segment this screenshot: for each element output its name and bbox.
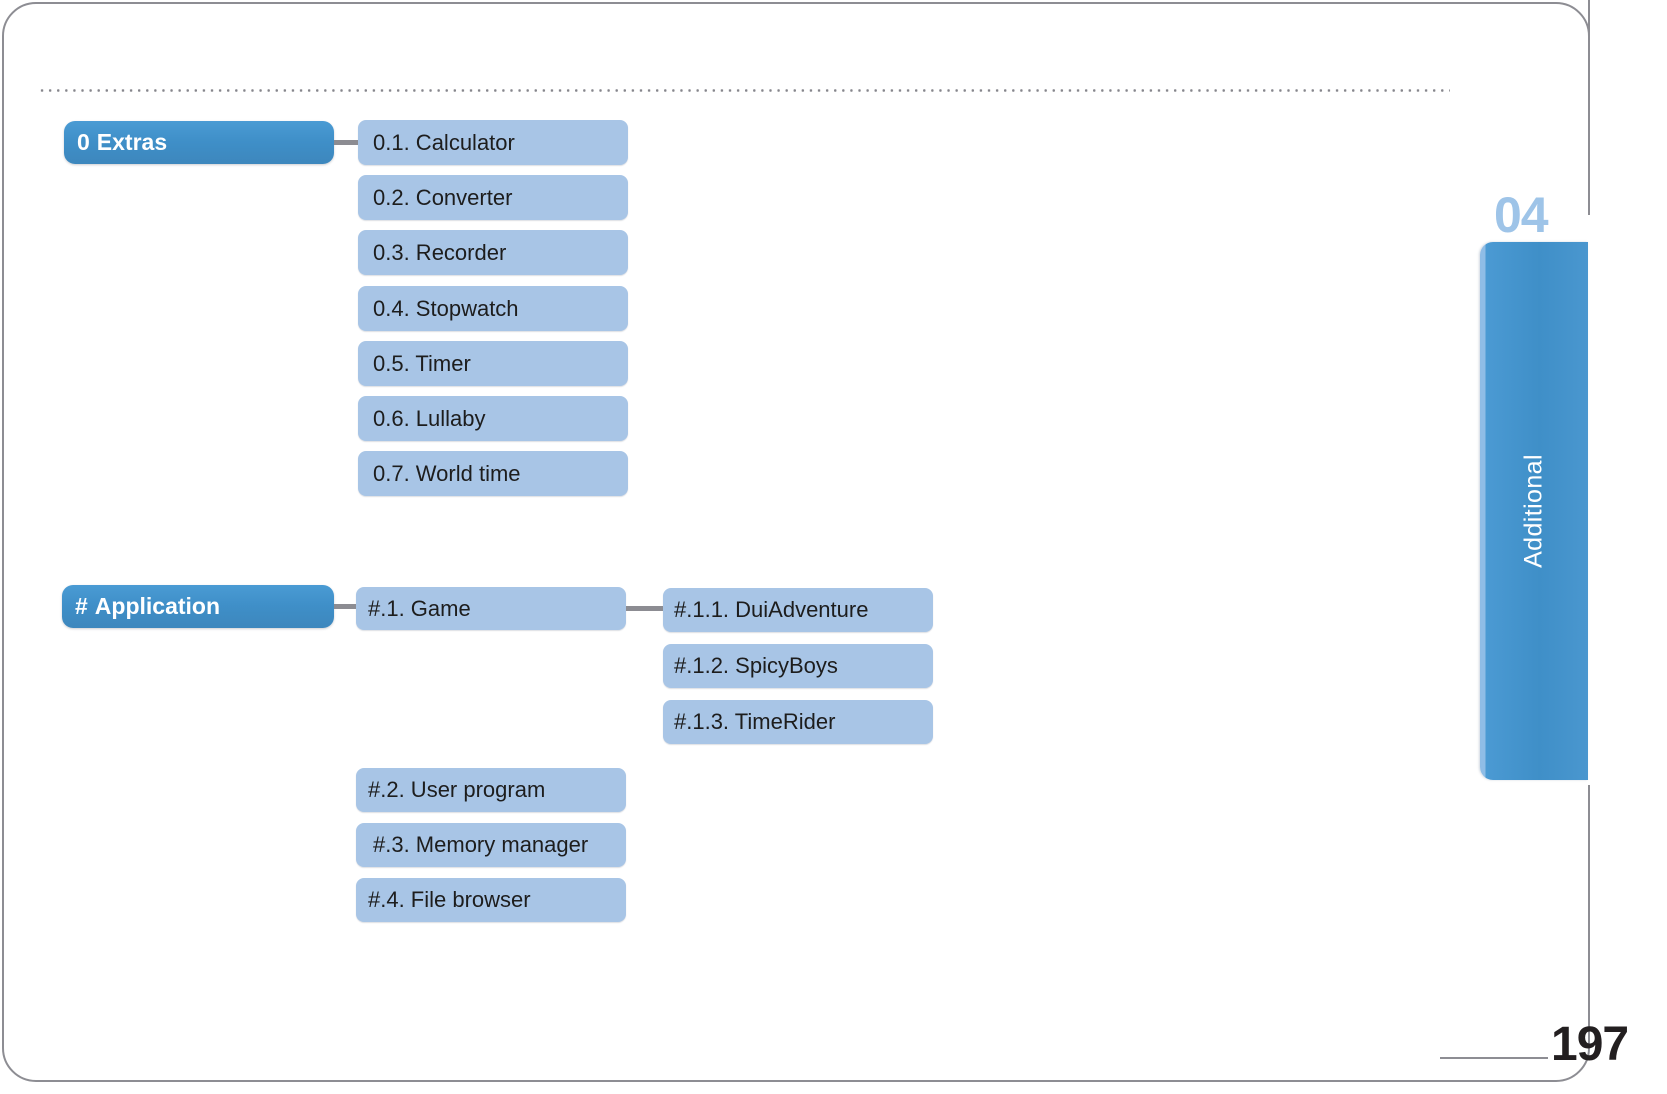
tree-heading-extras-number: 0 [77,129,90,155]
tree-item-user-program[interactable]: #.2. User program [356,768,626,812]
tree-item-spicyboys[interactable]: #.1.2. SpicyBoys [663,644,933,688]
tree-item-recorder[interactable]: 0.3. Recorder [358,230,628,275]
manual-page: 0 Extras 0.1. Calculator 0.2. Converter … [0,0,1667,1094]
page-border-frame [2,2,1590,1082]
tree-item-spicyboys-label: #.1.2. SpicyBoys [674,653,838,678]
tree-item-user-program-label: #.2. User program [368,777,546,802]
tree-heading-extras-label: Extras [96,129,168,155]
tree-item-timerider-label: #.1.3. TimeRider [674,709,836,734]
connector-application-to-children [334,604,358,609]
tree-heading-application-number: # [75,593,88,619]
tree-item-stopwatch[interactable]: 0.4. Stopwatch [358,286,628,331]
tree-item-stopwatch-label: 0.4. Stopwatch [373,295,519,321]
tree-item-lullaby-label: 0.6. Lullaby [373,405,486,431]
tree-heading-application[interactable]: # Application [62,585,334,628]
tree-item-game-label: #.1. Game [368,595,471,621]
chapter-side-tab[interactable]: Additional [1480,242,1588,780]
tree-item-timer[interactable]: 0.5. Timer [358,341,628,386]
tree-item-world-time[interactable]: 0.7. World time [358,451,628,496]
tree-item-world-time-label: 0.7. World time [373,460,521,486]
tree-item-lullaby[interactable]: 0.6. Lullaby [358,396,628,441]
connector-game-to-grandchildren [626,606,663,611]
tree-item-timerider[interactable]: #.1.3. TimeRider [663,700,933,744]
footer-rule [1440,1057,1548,1059]
tree-item-file-browser[interactable]: #.4. File browser [356,878,626,922]
tree-item-calculator[interactable]: 0.1. Calculator [358,120,628,165]
tree-item-converter-label: 0.2. Converter [373,184,513,210]
tree-item-memory-manager[interactable]: #.3. Memory manager [356,823,626,867]
page-number: 197 [1551,1018,1629,1071]
tree-item-file-browser-label: #.4. File browser [368,887,531,912]
tree-item-duiadventure[interactable]: #.1.1. DuiAdventure [663,588,933,632]
dotted-divider [38,89,1450,92]
chapter-number: 04 [1494,187,1549,243]
tree-heading-application-label: Application [94,593,221,619]
tree-item-calculator-label: 0.1. Calculator [373,129,515,155]
tree-item-converter[interactable]: 0.2. Converter [358,175,628,220]
tree-item-timer-label: 0.5. Timer [373,350,471,376]
connector-extras-to-children [334,140,358,145]
tree-item-memory-manager-label: #.3. Memory manager [373,832,589,857]
tree-item-recorder-label: 0.3. Recorder [373,239,507,265]
chapter-side-tab-label: Additional [1519,454,1548,568]
tree-item-duiadventure-label: #.1.1. DuiAdventure [674,597,869,622]
tree-item-game[interactable]: #.1. Game [356,587,626,630]
tree-heading-extras[interactable]: 0 Extras [64,121,334,164]
